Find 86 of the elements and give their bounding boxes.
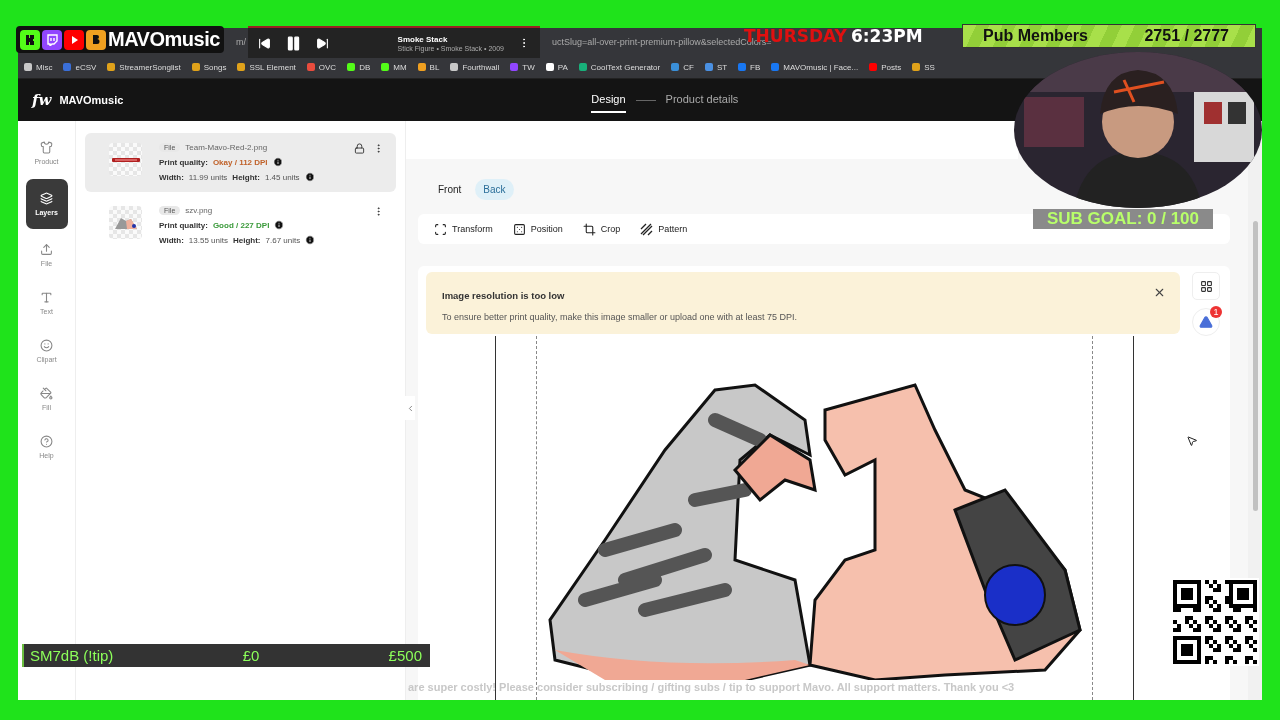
tool-button[interactable]: Position [512, 222, 563, 236]
warning-count: 1 [1210, 306, 1222, 318]
bookmark[interactable]: TW [510, 62, 535, 72]
sub-goal: SUB GOAL: 0 / 100 [1033, 209, 1213, 229]
grid-icon [1199, 279, 1213, 293]
tool-button[interactable]: Crop [582, 222, 621, 236]
bookmark[interactable]: FB [738, 62, 761, 72]
alert-title: Image resolution is too low [442, 290, 565, 301]
width-value: 13.55 units [188, 235, 228, 245]
store-name: MAVOmusic [59, 94, 124, 106]
bookmark[interactable]: SS [912, 62, 935, 72]
tip-goal-label: SM7dB (!tip) [30, 647, 114, 664]
brand-logo: fw [32, 91, 52, 109]
help-icon [40, 435, 53, 448]
layers-icon [40, 192, 53, 205]
bookmark[interactable]: MAVOmusic | Face... [771, 62, 859, 72]
b-icon [86, 29, 106, 50]
file-name: szv.png [185, 206, 213, 215]
warning-button[interactable]: 1 [1192, 308, 1220, 336]
file-name: Team-Mavo-Red-2.png [185, 143, 268, 152]
width-label: Width: [159, 172, 184, 182]
next-button[interactable] [316, 36, 329, 50]
quality-label: Print quality: [159, 157, 208, 167]
bookmark[interactable]: Posts [869, 62, 902, 72]
width-label: Width: [159, 235, 184, 245]
quality-value: Good / 227 DPI [212, 220, 270, 230]
address-text: m/ [236, 37, 246, 47]
height-value: 7.67 units [265, 235, 301, 245]
upload-icon [40, 243, 53, 256]
bookmark[interactable]: ST [704, 62, 728, 72]
scrollbar-thumb[interactable] [1252, 221, 1258, 511]
quality-label: Print quality: [159, 220, 208, 230]
bookmark[interactable]: DB [347, 62, 371, 72]
bookmark[interactable]: PA [545, 62, 568, 72]
height-value: 1.45 units [264, 172, 300, 182]
bookmark[interactable]: Misc [24, 62, 53, 72]
info-icon[interactable] [272, 157, 283, 167]
width-value: 11.99 units [188, 172, 228, 182]
quality-value: Okay / 112 DPI [212, 157, 268, 167]
side-tab[interactable]: Front [430, 179, 470, 200]
bookmark[interactable]: StreamerSonglist [107, 62, 181, 72]
bookmark[interactable]: Fourthwall [450, 62, 500, 72]
alert-message: To ensure better print quality, make this image smaller or upload one with at least 75 DPI. [442, 312, 797, 322]
step-tab[interactable]: Design [591, 87, 626, 113]
tool-button[interactable]: Transform [434, 222, 493, 236]
height-label: Height: [232, 172, 260, 182]
members-label: Pub Members [983, 27, 1088, 45]
position-icon [512, 222, 526, 236]
hatch-icon [640, 222, 654, 236]
bookmark[interactable]: CF [671, 62, 694, 72]
play-icon [64, 29, 84, 50]
shirt-icon [40, 141, 53, 154]
height-label: Height: [232, 235, 261, 245]
crop-icon [582, 222, 596, 236]
smiley-icon [40, 339, 53, 352]
text-icon [40, 291, 53, 304]
tip-current: £0 [242, 647, 260, 664]
info-icon[interactable] [274, 220, 285, 230]
tool-button[interactable]: Pattern [640, 222, 688, 236]
cursor-icon [1186, 435, 1198, 447]
kick-icon [20, 29, 40, 50]
tip-target: £500 [388, 647, 422, 664]
bookmark[interactable]: MM [381, 62, 407, 72]
twitch-icon [42, 29, 62, 50]
previous-button[interactable] [258, 36, 271, 50]
bookmark[interactable]: SSL Element [237, 62, 296, 72]
pause-button[interactable] [285, 34, 302, 52]
paint-bucket-icon [40, 387, 53, 400]
bookmark[interactable]: eCSV [63, 62, 97, 72]
bookmark[interactable]: Songs [191, 62, 227, 72]
lock-icon[interactable] [354, 143, 365, 154]
bookmark[interactable]: BL [417, 62, 440, 72]
step-tab[interactable]: Product details [665, 87, 739, 113]
grid-button[interactable] [1192, 272, 1220, 300]
track-title: Smoke Stack [397, 34, 449, 44]
warning-icon [1199, 315, 1213, 329]
info-icon[interactable] [304, 172, 315, 182]
side-tab[interactable]: Back [475, 179, 514, 200]
close-button[interactable] [1153, 286, 1166, 299]
channel-name: MAVOmusic [108, 28, 220, 51]
members-count: 2751 / 2777 [1144, 27, 1229, 45]
clock-time: 6:23PM [850, 26, 923, 46]
bookmark[interactable]: OVC [306, 62, 337, 72]
bookmark[interactable]: CoolText Generator [578, 62, 661, 72]
info-icon[interactable] [305, 235, 316, 245]
transform-icon [434, 222, 447, 236]
